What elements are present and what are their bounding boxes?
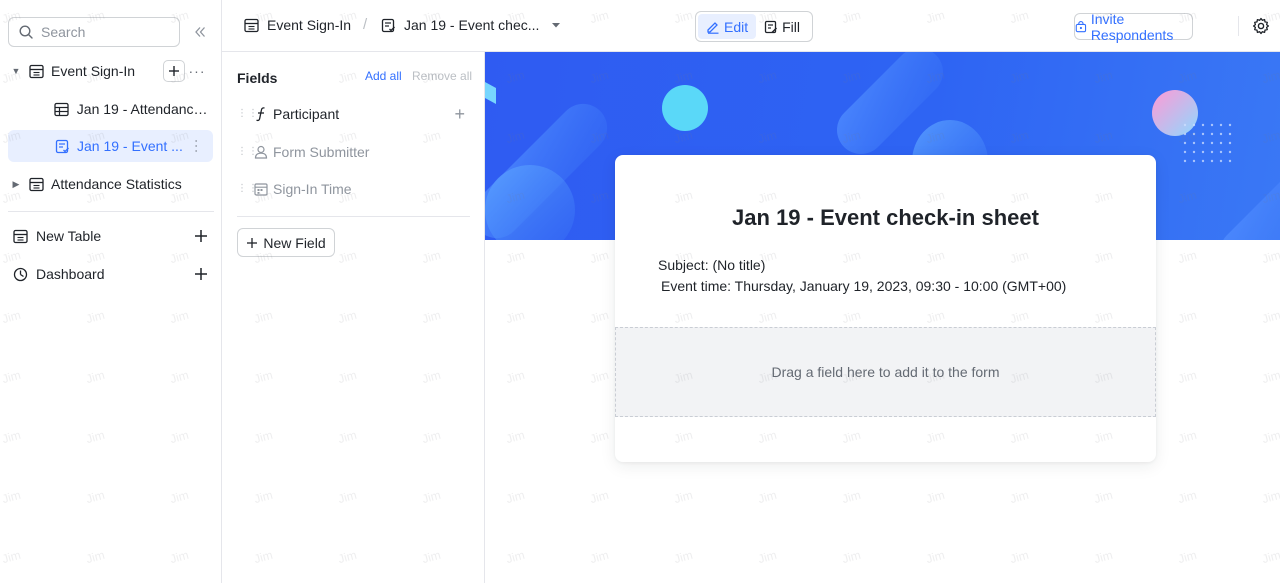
form-preview: Jan 19 - Event check-in sheet Subject: (… [485,52,1280,583]
sidebar-divider [8,211,214,212]
plus-icon [247,237,258,248]
drag-handle-icon[interactable]: ⋮⋮ [237,184,258,194]
breadcrumb-separator: / [363,16,368,33]
fields-panel: Fields Add all Remove all ⋮⋮ Participant… [222,52,485,583]
edit-label: Edit [724,18,749,35]
field-item-form-submitter[interactable]: ⋮⋮ Form Submitter [237,137,469,167]
fill-mode-button[interactable]: Fill [756,14,808,39]
new-table-button[interactable]: New Table [8,220,213,252]
add-dashboard-icon[interactable] [193,266,209,282]
new-field-label: New Field [263,234,326,251]
drop-hint: Drag a field here to add it to the form [771,364,1000,380]
new-field-button[interactable]: New Field [237,228,335,257]
breadcrumb-form[interactable]: Jan 19 - Event chec... [381,17,561,33]
caret-down-icon[interactable]: ▼ [8,66,24,76]
table-icon [28,63,44,79]
sidebar-item-label: Jan 19 - Attendance ... [76,101,215,117]
field-item-participant[interactable]: ⋮⋮ Participant + [237,99,469,129]
drag-handle-icon[interactable]: ⋮⋮ [237,109,258,119]
mode-switch: Edit Fill [695,11,813,42]
remove-all-link[interactable]: Remove all [412,69,472,83]
table-icon [12,228,28,244]
search-input[interactable] [41,24,161,40]
add-table-icon[interactable] [193,228,209,244]
dashboard-button[interactable]: Dashboard [8,258,213,290]
table-icon [28,176,44,192]
field-item-sign-in-time[interactable]: ⋮⋮ Sign-In Time [237,174,469,204]
fill-label: Fill [782,18,801,35]
calendar-icon [253,181,269,197]
more-icon[interactable]: ··· [187,61,207,81]
form-subject[interactable]: Subject: (No title) [658,257,765,273]
form-event-time[interactable]: Event time: Thursday, January 19, 2023, … [661,278,1066,294]
field-label: Participant [273,106,340,122]
breadcrumb-form-label: Jan 19 - Event chec... [404,17,540,33]
breadcrumb-base-label: Event Sign-In [267,17,352,33]
field-label: Form Submitter [273,144,370,160]
form-title[interactable]: Jan 19 - Event check-in sheet [615,205,1156,231]
add-icon[interactable] [163,60,185,82]
grid-view-icon [54,101,70,117]
sidebar-item-label: Event Sign-In [51,63,136,79]
invite-label: Invite Respondents [1090,10,1174,43]
table-icon [244,18,259,32]
invite-respondents-button[interactable]: Invite Respondents [1074,10,1193,43]
form-card: Jan 19 - Event check-in sheet Subject: (… [615,155,1156,462]
sidebar: ▼ Event Sign-In ··· Jan 19 - Attendance … [0,0,222,583]
formula-icon [253,106,269,122]
field-label: Sign-In Time [273,181,352,197]
dashboard-label: Dashboard [36,266,105,282]
caret-right-icon[interactable]: ▶ [8,179,24,190]
edit-mode-button[interactable]: Edit [698,14,757,39]
invite-icon [1075,20,1087,32]
header-divider [1238,16,1239,36]
top-bar: Event Sign-In / Jan 19 - Event chec... E… [222,0,1280,52]
collapse-sidebar-icon[interactable] [190,22,210,42]
fill-form-icon [764,20,778,33]
pencil-icon [707,21,719,34]
form-icon [381,18,395,32]
sidebar-item-label: Jan 19 - Event ... [77,138,183,154]
breadcrumb-base[interactable]: Event Sign-In [244,17,351,33]
sidebar-item-attendance-statistics[interactable]: ▶ Attendance Statistics [8,168,213,200]
add-field-icon[interactable]: + [454,105,465,123]
sidebar-item-event-sign-in[interactable]: ▼ Event Sign-In ··· [8,55,213,87]
drag-handle-icon[interactable]: ⋮⋮ [237,147,258,157]
sidebar-item-attendance-view[interactable]: Jan 19 - Attendance ... [50,93,215,125]
new-table-label: New Table [36,228,102,244]
field-drop-zone[interactable]: Drag a field here to add it to the form [615,327,1156,417]
fields-divider [237,216,470,217]
dashboard-icon [12,266,28,282]
sidebar-item-label: Attendance Statistics [51,176,182,192]
search-box[interactable] [8,17,180,47]
search-icon [19,25,33,39]
fields-title: Fields [237,70,278,86]
add-all-link[interactable]: Add all [365,69,402,83]
person-icon [253,144,269,160]
sidebar-item-event-form[interactable]: Jan 19 - Event ... ··· [8,130,213,162]
form-icon [54,138,70,154]
chevron-down-icon[interactable] [551,20,561,30]
gear-icon[interactable] [1252,17,1270,35]
more-vertical-icon[interactable]: ··· [187,136,207,156]
